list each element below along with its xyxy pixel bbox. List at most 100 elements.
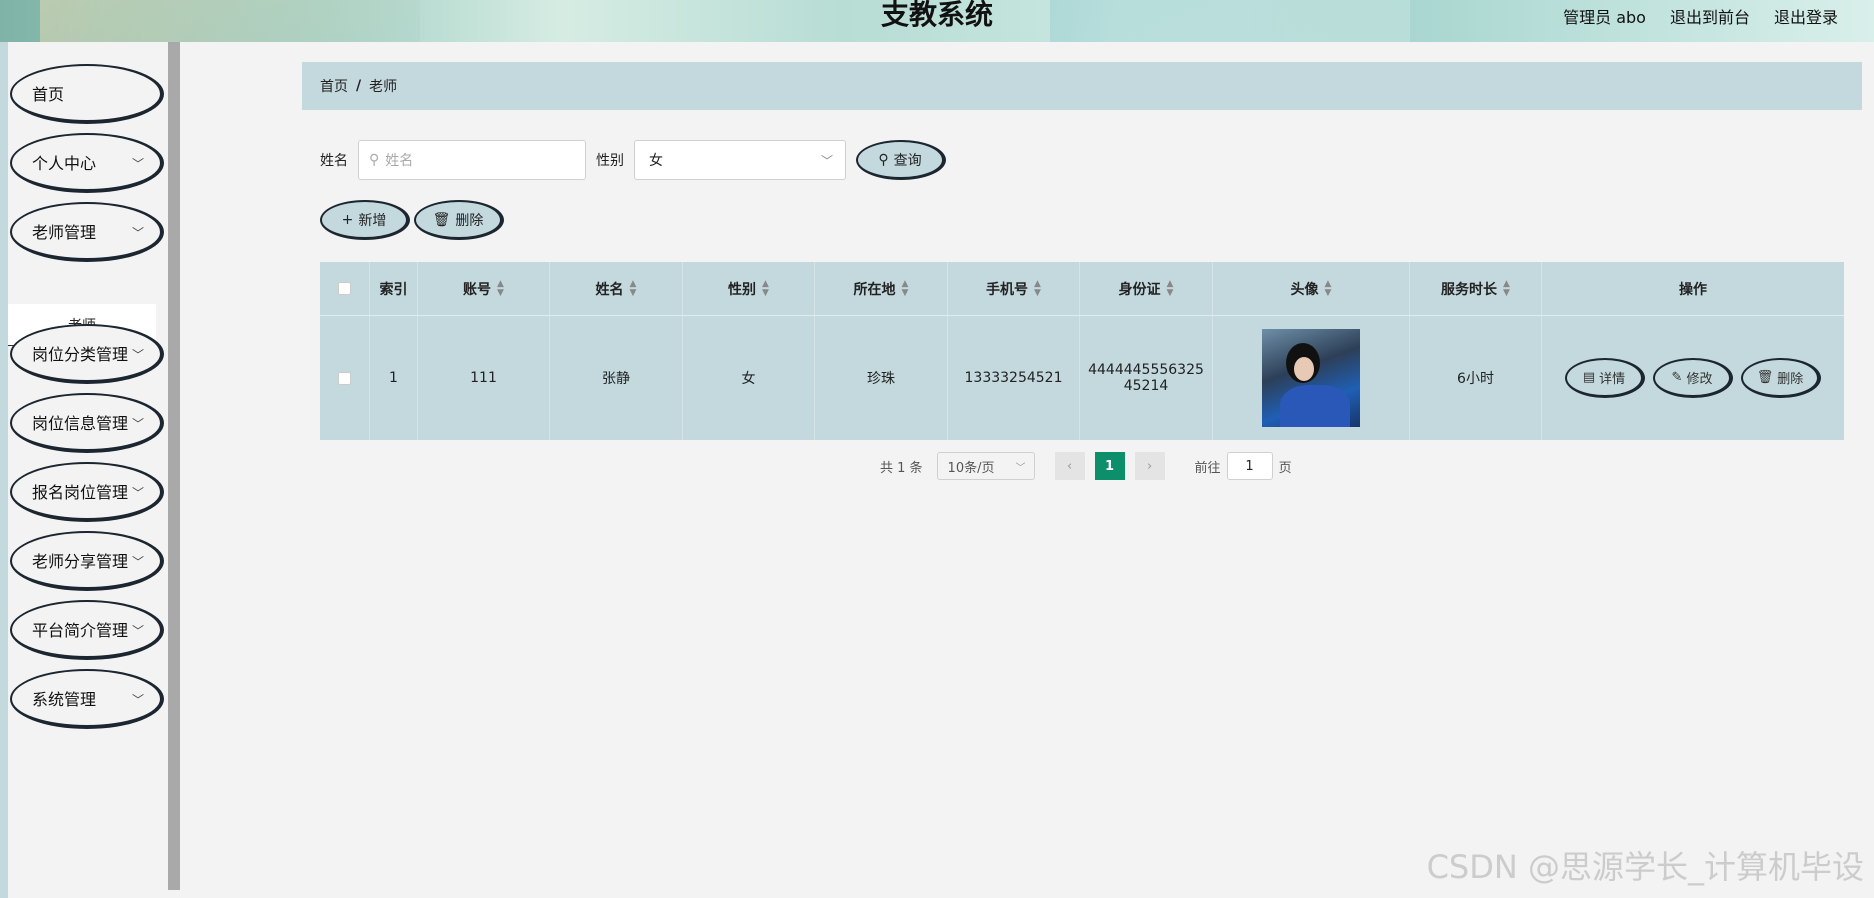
- pencil-icon: ✎: [1671, 370, 1683, 385]
- chevron-down-icon: ﹀: [131, 417, 144, 431]
- detail-button[interactable]: ▤ 详情: [1565, 358, 1645, 398]
- back-to-front-link[interactable]: 退出到前台: [1670, 4, 1750, 28]
- cell-id-card: 4444445556325 45214: [1080, 316, 1213, 440]
- cell-actions: ▤ 详情 ✎ 修改 🗑 删除: [1542, 316, 1844, 440]
- header-avatar[interactable]: 头像 ▲ ▼: [1213, 262, 1410, 315]
- page-number-button[interactable]: 1: [1094, 452, 1125, 480]
- action-bar: + 新增 🗑 删除: [320, 200, 504, 240]
- logout-link[interactable]: 退出登录: [1774, 4, 1838, 28]
- sort-icon[interactable]: ▲ ▼: [1503, 279, 1510, 298]
- sidebar-item-job-category[interactable]: 岗位分类管理 ﹀: [10, 324, 164, 384]
- sidebar-item-system[interactable]: 系统管理 ﹀: [10, 669, 164, 729]
- id-card-line: 45214: [1123, 378, 1169, 394]
- row-select-cell: [320, 316, 370, 440]
- sort-icon[interactable]: ▲ ▼: [1167, 279, 1174, 298]
- breadcrumb-separator: /: [356, 78, 362, 94]
- add-button[interactable]: + 新增: [320, 200, 410, 240]
- header-service-time[interactable]: 服务时长 ▲ ▼: [1410, 262, 1542, 315]
- query-button-label: 查询: [893, 152, 922, 169]
- header-gender[interactable]: 性别 ▲ ▼: [683, 262, 815, 315]
- page-size-value: 10条/页: [947, 460, 995, 476]
- sidebar-item-job-info[interactable]: 岗位信息管理 ﹀: [10, 393, 164, 453]
- name-placeholder: 姓名: [385, 153, 414, 169]
- avatar-face: [1294, 357, 1314, 381]
- edit-button[interactable]: ✎ 修改: [1653, 358, 1733, 398]
- sort-icon[interactable]: ▲ ▼: [1034, 279, 1041, 298]
- sidebar-item-label: 首页: [32, 85, 65, 104]
- chevron-down-icon: ﹀: [131, 624, 144, 638]
- breadcrumb-home[interactable]: 首页: [320, 76, 348, 96]
- header-phone[interactable]: 手机号 ▲ ▼: [948, 262, 1080, 315]
- avatar-body: [1280, 385, 1350, 427]
- detail-button-label: 详情: [1599, 372, 1626, 387]
- column-label: 索引: [379, 281, 408, 298]
- gender-label: 性别: [596, 153, 624, 169]
- id-card-line: 4444445556325: [1088, 362, 1204, 378]
- pagination: 共 1 条 10条/页 ﹀ ‹ 1 › 前往 1 页: [880, 452, 1292, 480]
- sidebar: 首页 个人中心 ﹀ 老师管理 ﹀ 老师 岗位分类管理 ﹀ 岗位信息管理 ﹀ 报名…: [8, 42, 168, 898]
- sidebar-scrollbar[interactable]: [168, 42, 180, 890]
- header-location[interactable]: 所在地 ▲ ▼: [815, 262, 948, 315]
- cell-phone: 13333254521: [948, 316, 1080, 440]
- header-account[interactable]: 账号 ▲ ▼: [418, 262, 550, 315]
- chevron-down-icon: ﹀: [1015, 463, 1026, 474]
- avatar[interactable]: [1262, 329, 1360, 427]
- bulk-delete-button-label: 删除: [455, 212, 484, 229]
- sort-icon[interactable]: ▲ ▼: [1325, 279, 1332, 298]
- header-links: 管理员 abo 退出到前台 退出登录: [1563, 4, 1838, 28]
- chevron-down-icon: ﹀: [131, 348, 144, 362]
- column-label: 性别: [728, 281, 757, 298]
- teacher-table: 索引 账号 ▲ ▼ 姓名 ▲ ▼ 性别 ▲ ▼ 所在地 ▲ ▼ 手机号 ▲ ▼ 身份证 ▲ ▼ 头像 ▲ ▼…: [320, 262, 1844, 440]
- sidebar-item-job-signup[interactable]: 报名岗位管理 ﹀: [10, 462, 164, 522]
- cell-service-time: 6小时: [1410, 316, 1542, 440]
- query-button[interactable]: ⚲ 查询: [856, 140, 946, 180]
- chevron-down-icon: ﹀: [131, 486, 144, 500]
- header-actions: 操作: [1542, 262, 1844, 315]
- bulk-delete-button[interactable]: 🗑 删除: [414, 200, 504, 240]
- chevron-down-icon: ﹀: [131, 226, 144, 240]
- search-bar: 姓名 ⚲ 姓名 性别 女 ﹀ ⚲ 查询: [320, 140, 946, 180]
- document-icon: ▤: [1582, 370, 1596, 385]
- chevron-right-icon: ›: [1146, 458, 1153, 474]
- next-page-button[interactable]: ›: [1134, 452, 1165, 480]
- sort-icon[interactable]: ▲ ▼: [497, 279, 504, 298]
- prev-page-button[interactable]: ‹: [1054, 452, 1085, 480]
- chevron-down-icon: ﹀: [131, 157, 144, 171]
- watermark: CSDN @思源学长_计算机毕设: [1426, 848, 1864, 886]
- header-id-card[interactable]: 身份证 ▲ ▼: [1080, 262, 1213, 315]
- sidebar-item-teacher-management[interactable]: 老师管理 ﹀: [10, 202, 164, 262]
- row-checkbox[interactable]: [338, 371, 351, 385]
- column-label: 所在地: [853, 281, 896, 298]
- select-all-checkbox[interactable]: [338, 282, 351, 295]
- sidebar-item-label: 报名岗位管理: [32, 483, 129, 502]
- top-header: 支教系统 管理员 abo 退出到前台 退出登录: [0, 0, 1874, 42]
- plus-icon: +: [341, 211, 354, 228]
- breadcrumb: 首页 / 老师: [302, 62, 1862, 110]
- page-size-select[interactable]: 10条/页 ﹀: [936, 452, 1035, 480]
- gender-select-value: 女: [649, 153, 663, 169]
- column-label: 操作: [1679, 281, 1707, 298]
- cell-avatar: [1213, 316, 1410, 440]
- row-delete-button[interactable]: 🗑 删除: [1741, 358, 1821, 398]
- header-index: 索引: [370, 262, 418, 315]
- column-label: 头像: [1290, 281, 1319, 298]
- sidebar-item-label: 老师分享管理: [32, 552, 129, 571]
- goto-page-input[interactable]: 1: [1226, 452, 1273, 480]
- name-search-input[interactable]: ⚲ 姓名: [358, 140, 586, 180]
- sidebar-item-platform-intro[interactable]: 平台简介管理 ﹀: [10, 600, 164, 660]
- trash-icon: 🗑: [1756, 370, 1774, 385]
- sidebar-item-label: 个人中心: [32, 154, 97, 173]
- sort-icon[interactable]: ▲ ▼: [630, 279, 637, 298]
- search-icon: ⚲: [369, 152, 380, 168]
- sidebar-item-personal-center[interactable]: 个人中心 ﹀: [10, 133, 164, 193]
- header-name[interactable]: 姓名 ▲ ▼: [550, 262, 683, 315]
- gender-select[interactable]: 女 ﹀: [634, 140, 846, 180]
- sort-icon[interactable]: ▲ ▼: [762, 279, 769, 298]
- sort-icon[interactable]: ▲ ▼: [902, 279, 909, 298]
- breadcrumb-current: 老师: [369, 79, 398, 95]
- chevron-down-icon: ﹀: [820, 154, 833, 168]
- column-label: 姓名: [595, 281, 624, 298]
- sidebar-item-home[interactable]: 首页: [10, 64, 164, 124]
- sidebar-item-teacher-share[interactable]: 老师分享管理 ﹀: [10, 531, 164, 591]
- edit-button-label: 修改: [1686, 372, 1713, 387]
